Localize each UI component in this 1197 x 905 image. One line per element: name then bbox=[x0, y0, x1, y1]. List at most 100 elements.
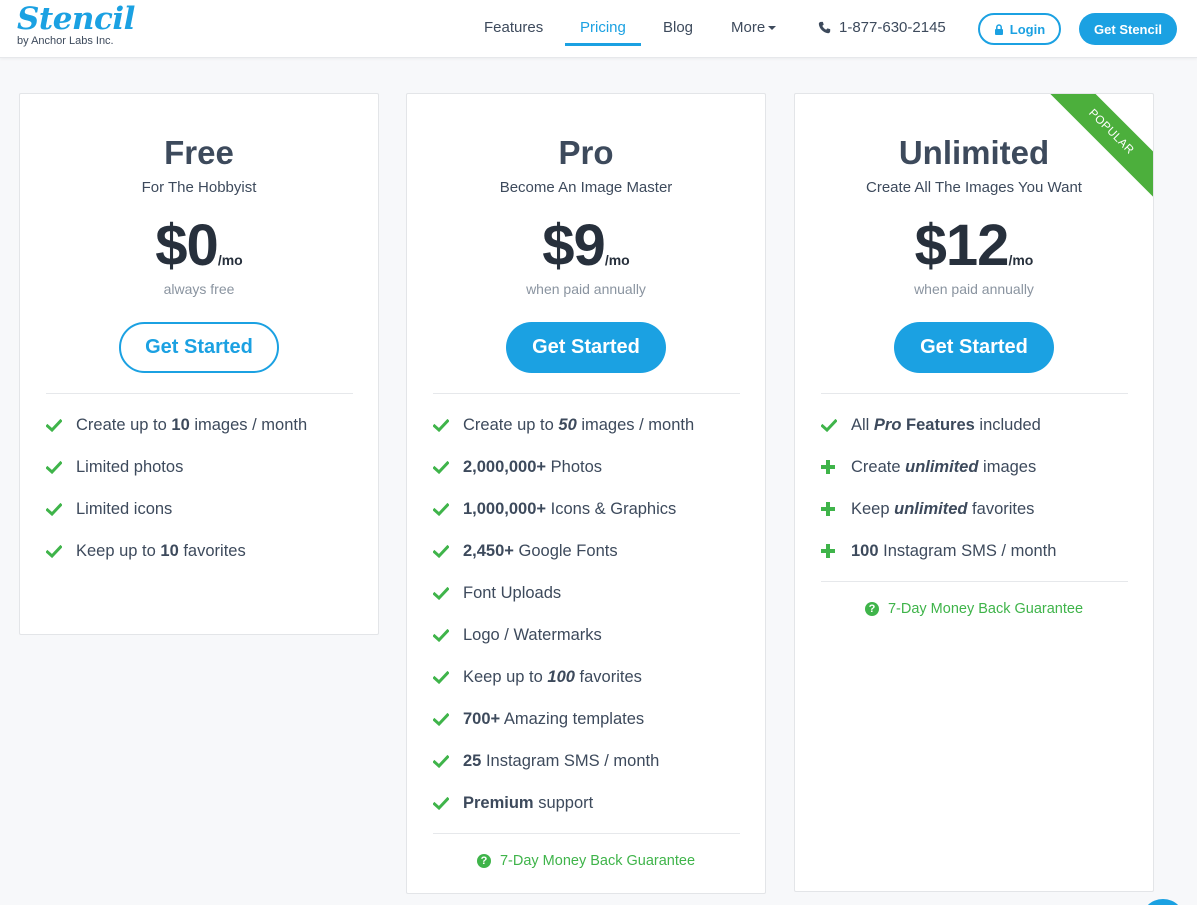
feature-text-part: Premium bbox=[463, 793, 534, 812]
feature-text-part: Amazing templates bbox=[500, 709, 645, 728]
feature-text-part: favorites bbox=[178, 541, 246, 560]
feature-text: 2,000,000+ Photos bbox=[463, 458, 602, 477]
plan-tagline: Become An Image Master bbox=[499, 179, 673, 196]
feature-item: Keep unlimited favorites bbox=[821, 488, 1131, 530]
divider bbox=[46, 393, 353, 394]
divider bbox=[821, 393, 1128, 394]
feature-item: Keep up to 100 favorites bbox=[433, 656, 743, 698]
login-button[interactable]: Login bbox=[978, 13, 1061, 45]
check-icon bbox=[433, 502, 463, 516]
check-icon bbox=[433, 460, 463, 474]
feature-text-part: Icons & Graphics bbox=[546, 499, 677, 518]
feature-text: Font Uploads bbox=[463, 584, 561, 603]
feature-text: Create up to 50 images / month bbox=[463, 416, 694, 435]
get-started-button-free[interactable]: Get Started bbox=[119, 322, 279, 373]
price-amount: $9 bbox=[542, 213, 606, 278]
feature-item: Limited photos bbox=[46, 446, 356, 488]
feature-text-part: 700+ bbox=[463, 709, 501, 728]
check-icon bbox=[46, 544, 76, 558]
nav-pricing[interactable]: Pricing bbox=[580, 19, 626, 36]
feature-text-part: Create bbox=[851, 457, 906, 476]
feature-text: Create up to 10 images / month bbox=[76, 416, 307, 435]
divider bbox=[821, 581, 1128, 582]
nav-features[interactable]: Features bbox=[484, 19, 543, 36]
feature-item: Create up to 50 images / month bbox=[433, 404, 743, 446]
price-period: /mo bbox=[1008, 252, 1034, 268]
divider bbox=[433, 393, 740, 394]
feature-text-part: support bbox=[533, 793, 594, 812]
nav-more-label: More bbox=[731, 19, 766, 36]
price-period: /mo bbox=[217, 252, 243, 268]
feature-text: 2,450+ Google Fonts bbox=[463, 542, 618, 561]
feature-item: 700+ Amazing templates bbox=[433, 698, 743, 740]
check-icon bbox=[821, 418, 851, 432]
plan-card-pro: Pro Become An Image Master $9/mo when pa… bbox=[406, 93, 766, 894]
feature-list: Create up to 50 images / month 2,000,000+… bbox=[433, 404, 743, 824]
stencil-logo[interactable]: Stencil by Anchor Labs Inc. bbox=[17, 2, 135, 47]
price-note: when paid annually bbox=[914, 281, 1034, 297]
nav-more-dropdown[interactable]: More bbox=[731, 19, 777, 36]
get-stencil-button[interactable]: Get Stencil bbox=[1079, 13, 1177, 45]
feature-text-part: Pro bbox=[873, 415, 902, 434]
feature-item: 100 Instagram SMS / month bbox=[821, 530, 1131, 572]
plan-name: Free bbox=[164, 134, 234, 171]
feature-text-part: unlimited bbox=[905, 457, 979, 476]
feature-text-part: Font Uploads bbox=[463, 583, 562, 602]
feature-text-part: favorites bbox=[967, 499, 1035, 518]
feature-text-part: All bbox=[851, 415, 874, 434]
feature-text-part: Limited icons bbox=[76, 499, 173, 518]
feature-text-part: Create up to bbox=[463, 415, 559, 434]
top-nav-bar: Stencil by Anchor Labs Inc. Features Pri… bbox=[0, 0, 1197, 58]
feature-text-part: favorites bbox=[574, 667, 642, 686]
check-icon bbox=[433, 544, 463, 558]
feature-text-part: 10 bbox=[171, 415, 190, 434]
feature-text-part: Features bbox=[901, 415, 975, 434]
money-back-guarantee[interactable]: ? 7-Day Money Back Guarantee bbox=[407, 853, 765, 869]
price-row: $12/mo bbox=[795, 212, 1153, 279]
feature-text: Keep up to 100 favorites bbox=[463, 668, 642, 687]
feature-text-part: Logo / Watermarks bbox=[463, 625, 602, 644]
logo-wordmark: Stencil bbox=[17, 1, 135, 37]
feature-text: Premium support bbox=[463, 794, 593, 813]
feature-item: 1,000,000+ Icons & Graphics bbox=[433, 488, 743, 530]
feature-text-part: Limited photos bbox=[76, 457, 184, 476]
feature-item: Limited icons bbox=[46, 488, 356, 530]
feature-text-part: unlimited bbox=[894, 499, 968, 518]
question-circle-icon: ? bbox=[864, 602, 879, 616]
feature-text-part: included bbox=[974, 415, 1041, 434]
feature-text-part: Google Fonts bbox=[513, 541, 618, 560]
feature-text-part: Create up to bbox=[76, 415, 172, 434]
phone-number-link[interactable]: 1-877-630-2145 bbox=[839, 19, 946, 36]
feature-text-part: 100 bbox=[547, 667, 575, 686]
check-icon bbox=[433, 712, 463, 726]
nav-active-indicator bbox=[565, 43, 641, 46]
price-period: /mo bbox=[604, 252, 630, 268]
feature-item: Premium support bbox=[433, 782, 743, 824]
feature-text-part: Instagram SMS / month bbox=[878, 541, 1057, 560]
price-row: $9/mo bbox=[407, 212, 765, 279]
check-icon bbox=[433, 754, 463, 768]
feature-text-part: images / month bbox=[189, 415, 308, 434]
get-started-button-pro[interactable]: Get Started bbox=[506, 322, 666, 373]
check-icon bbox=[46, 460, 76, 474]
feature-text: Keep up to 10 favorites bbox=[76, 542, 246, 561]
feature-text: Create unlimited images bbox=[851, 458, 1036, 477]
nav-blog[interactable]: Blog bbox=[663, 19, 693, 36]
check-icon bbox=[46, 418, 76, 432]
get-started-button-unlimited[interactable]: Get Started bbox=[894, 322, 1054, 373]
feature-text-part: images / month bbox=[576, 415, 695, 434]
money-back-guarantee[interactable]: ? 7-Day Money Back Guarantee bbox=[795, 601, 1153, 617]
plan-tagline: For The Hobbyist bbox=[141, 179, 257, 196]
plan-card-free: Free For The Hobbyist $0/mo always free … bbox=[19, 93, 379, 635]
feature-item: 25 Instagram SMS / month bbox=[433, 740, 743, 782]
chat-bubble-button[interactable] bbox=[1141, 899, 1185, 905]
plus-icon bbox=[821, 502, 851, 516]
plan-name: Unlimited bbox=[898, 134, 1050, 171]
feature-item: 2,000,000+ Photos bbox=[433, 446, 743, 488]
price-amount: $12 bbox=[914, 213, 1010, 278]
check-icon bbox=[433, 586, 463, 600]
feature-text-part: Instagram SMS / month bbox=[481, 751, 660, 770]
feature-text-part: 2,000,000+ bbox=[463, 457, 547, 476]
price-row: $0/mo bbox=[20, 212, 378, 279]
feature-text-part: 50 bbox=[558, 415, 577, 434]
